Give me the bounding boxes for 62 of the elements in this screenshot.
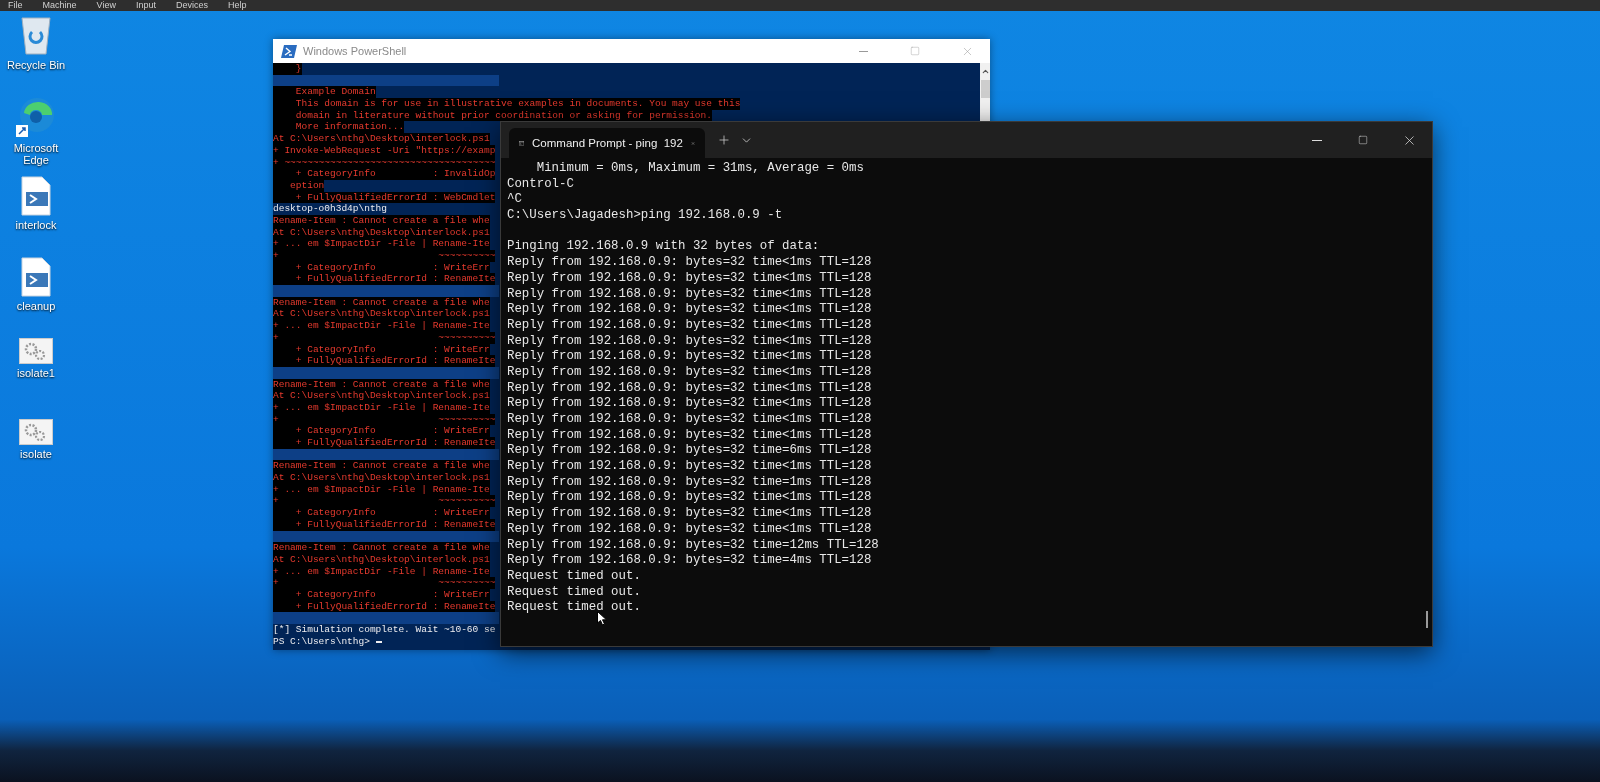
prompt-line: PS C:\Users\nthg> bbox=[273, 635, 370, 648]
console-line: Reply from 192.168.0.9: bytes=32 time<1ms TTL=128 bbox=[507, 521, 872, 538]
menu-item[interactable]: Input bbox=[135, 0, 156, 11]
console-line: Reply from 192.168.0.9: bytes=32 time<1ms TTL=128 bbox=[507, 349, 872, 365]
console-line: Reply from 192.168.0.9: bytes=32 time=6ms TTL=128 bbox=[507, 443, 872, 460]
maximize-icon bbox=[910, 46, 920, 56]
gears-icon bbox=[19, 419, 53, 445]
minimize-icon bbox=[858, 50, 868, 52]
console-line: Reply from 192.168.0.9: bytes=32 time<1ms TTL=128 bbox=[507, 380, 872, 397]
scrollbar[interactable] bbox=[980, 63, 990, 121]
maximize-icon bbox=[1358, 135, 1368, 145]
terminal-tab[interactable]: Command Prompt - ping 192 bbox=[509, 128, 705, 158]
console-line: Request timed out. bbox=[507, 584, 641, 601]
gears-icon bbox=[19, 338, 53, 364]
console-line: Reply from 192.168.0.9: bytes=32 time<1ms TTL=128 bbox=[507, 412, 872, 428]
console-line: Request timed out. bbox=[507, 568, 641, 585]
console-line: Pinging 192.168.0.9 with 32 bytes of data: bbox=[507, 239, 820, 256]
console-line: Reply from 192.168.0.9: bytes=32 time=12ms TTL=128 bbox=[507, 537, 879, 554]
console-line: desktop-o0h3d4p\nthg bbox=[273, 203, 388, 215]
menu-item[interactable]: View bbox=[96, 0, 116, 11]
console-line: Reply from 192.168.0.9: bytes=32 time<1ms TTL=128 bbox=[507, 333, 872, 350]
desktop-icon-label[interactable]: cleanup bbox=[1, 300, 71, 312]
console-line: Reply from 192.168.0.9: bytes=32 time<1ms TTL=128 bbox=[507, 255, 872, 271]
console-line: Reply from 192.168.0.9: bytes=32 time<1ms TTL=128 bbox=[507, 286, 872, 303]
minimize-icon bbox=[1312, 139, 1322, 141]
console-line: Reply from 192.168.0.9: bytes=32 time<1ms TTL=128 bbox=[507, 270, 872, 287]
console-line: Reply from 192.168.0.9: bytes=32 time=1ms TTL=128 bbox=[507, 474, 872, 491]
mouse-pointer-icon bbox=[597, 611, 607, 626]
console-line: Reply from 192.168.0.9: bytes=32 time<1ms TTL=128 bbox=[507, 396, 872, 412]
menu-item[interactable]: Machine bbox=[42, 0, 77, 11]
console-line: Reply from 192.168.0.9: bytes=32 time<1ms TTL=128 bbox=[507, 302, 872, 318]
menu-item[interactable]: Devices bbox=[175, 0, 208, 11]
desktop-icon-label[interactable]: Microsoft Edge bbox=[1, 142, 71, 166]
recycle-bin-icon bbox=[18, 14, 54, 56]
console-line: Control-C bbox=[507, 176, 574, 193]
console-line: [*] Simulation complete. Wait ~10-60 se bbox=[273, 624, 496, 636]
menu-item[interactable]: File bbox=[8, 0, 23, 11]
text-cursor bbox=[375, 640, 382, 643]
scrollbar-thumb[interactable] bbox=[1426, 611, 1428, 628]
console-line: Reply from 192.168.0.9: bytes=32 time=4ms TTL=128 bbox=[507, 553, 872, 569]
script-file-icon bbox=[18, 257, 54, 297]
desktop-icon-label[interactable]: isolate1 bbox=[1, 367, 71, 379]
desktop-icon-label[interactable]: interlock bbox=[1, 219, 71, 231]
window-title: Windows PowerShell bbox=[303, 45, 408, 57]
desktop-icon-label[interactable]: isolate bbox=[1, 448, 71, 460]
console-line: Reply from 192.168.0.9: bytes=32 time<1ms TTL=128 bbox=[507, 506, 872, 522]
console-line: Minimum = 0ms, Maximum = 31ms, Average = 0ms bbox=[535, 161, 864, 177]
console-line: ^C bbox=[507, 192, 522, 209]
script-file-icon bbox=[18, 176, 54, 216]
console-line: Request timed out. bbox=[507, 600, 641, 616]
scrollbar-thumb[interactable] bbox=[980, 80, 990, 98]
console-line: Reply from 192.168.0.9: bytes=32 time<1ms TTL=128 bbox=[507, 490, 872, 507]
menu-item[interactable]: Help bbox=[227, 0, 247, 11]
console-line: Reply from 192.168.0.9: bytes=32 time<1ms TTL=128 bbox=[507, 427, 872, 444]
console-line: Reply from 192.168.0.9: bytes=32 time<1ms TTL=128 bbox=[507, 317, 872, 334]
console-line: C:\Users\Jagadesh>ping 192.168.0.9 -t bbox=[507, 208, 783, 224]
console-line: Reply from 192.168.0.9: bytes=32 time<1ms TTL=128 bbox=[507, 364, 872, 381]
desktop-icon-label[interactable]: Recycle Bin bbox=[1, 59, 71, 71]
console-line: Reply from 192.168.0.9: bytes=32 time<1ms TTL=128 bbox=[507, 459, 872, 475]
scroll-up-icon[interactable] bbox=[980, 67, 990, 76]
powershell-icon bbox=[281, 44, 297, 58]
plus-icon bbox=[717, 133, 731, 147]
